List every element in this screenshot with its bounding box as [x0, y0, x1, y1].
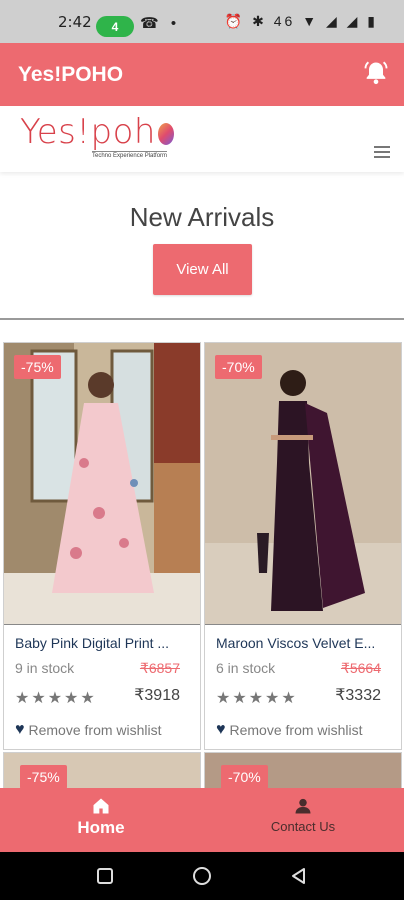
product-card-partial[interactable]: -75%: [3, 752, 201, 788]
discount-badge: -70%: [215, 355, 262, 379]
discount-badge: -75%: [14, 355, 61, 379]
recent-apps-icon[interactable]: [95, 866, 115, 886]
rating-stars-icon: ★★★★★: [15, 690, 97, 707]
product-info: Maroon Viscos Velvet E... 6 in stock ₹56…: [205, 624, 401, 750]
section-title: New Arrivals: [129, 202, 275, 232]
app-title: Yes!POHO: [18, 63, 124, 86]
logo-mark-icon: [157, 122, 174, 145]
system-navigation-bar: [0, 852, 404, 900]
product-image[interactable]: -70%: [205, 343, 401, 624]
bottom-navigation: Home Contact Us: [0, 788, 404, 852]
hamburger-menu-icon[interactable]: [374, 146, 390, 158]
wishlist-label: Remove from wishlist: [28, 722, 162, 738]
call-indicator: 4: [96, 16, 134, 37]
home-icon: [93, 798, 109, 814]
call-count: 4: [111, 19, 119, 34]
original-price: ₹6857: [139, 660, 180, 676]
section-divider: [0, 318, 404, 320]
product-name[interactable]: Baby Pink Digital Print ...: [15, 635, 191, 651]
nav-contact-label: Contact Us: [270, 819, 336, 834]
discount-badge: -70%: [221, 765, 268, 788]
stock-count: 6 in stock: [216, 660, 276, 676]
rating-stars-icon: ★★★★★: [216, 690, 298, 707]
brand-tagline: Techno Experience Platform: [92, 151, 168, 159]
sale-price: ₹3332: [335, 687, 381, 704]
logo-header: Yes!poh Techno Experience Platform: [0, 106, 404, 172]
product-card[interactable]: -75% Baby Pink Digital Print ... 9 in st…: [3, 342, 201, 750]
nav-home-label: Home: [77, 818, 125, 837]
heart-icon: ♥: [216, 721, 226, 738]
status-time: 2:42: [58, 13, 92, 31]
home-circle-icon[interactable]: [192, 866, 212, 886]
view-all-button[interactable]: View All: [153, 244, 252, 295]
discount-badge: -75%: [20, 765, 67, 788]
wishlist-label: Remove from wishlist: [229, 722, 363, 738]
product-image[interactable]: -75%: [4, 343, 200, 624]
remove-from-wishlist-button[interactable]: ♥ Remove from wishlist: [15, 721, 162, 739]
back-icon[interactable]: [289, 866, 309, 886]
brand-logo-text: Yes!poh: [20, 112, 156, 152]
status-bar: 2:42 4 ☎ • ⏰ ✱ 46 ▼ ◢ ◢ ▮: [0, 0, 404, 43]
remove-from-wishlist-button[interactable]: ♥ Remove from wishlist: [216, 721, 363, 739]
product-card-partial[interactable]: -70%: [204, 752, 402, 788]
app-bar: Yes!POHO: [0, 43, 404, 106]
status-right-icons: ⏰ ✱ 46 ▼ ◢ ◢ ▮: [224, 13, 378, 29]
product-name[interactable]: Maroon Viscos Velvet E...: [216, 635, 392, 651]
product-info: Baby Pink Digital Print ... 9 in stock ₹…: [4, 624, 200, 750]
nav-home[interactable]: Home: [0, 796, 202, 838]
heart-icon: ♥: [15, 721, 25, 738]
brand-logo[interactable]: Yes!poh: [20, 112, 174, 152]
person-icon: [295, 798, 311, 814]
status-left-icons: ☎ •: [140, 15, 181, 32]
stock-count: 9 in stock: [15, 660, 75, 676]
nav-contact-us[interactable]: Contact Us: [202, 796, 404, 836]
original-price: ₹5664: [340, 660, 381, 676]
sale-price: ₹3918: [134, 687, 180, 704]
bell-icon[interactable]: [362, 59, 390, 87]
product-card[interactable]: -70% Maroon Viscos Velvet E... 6 in stoc…: [204, 342, 402, 750]
